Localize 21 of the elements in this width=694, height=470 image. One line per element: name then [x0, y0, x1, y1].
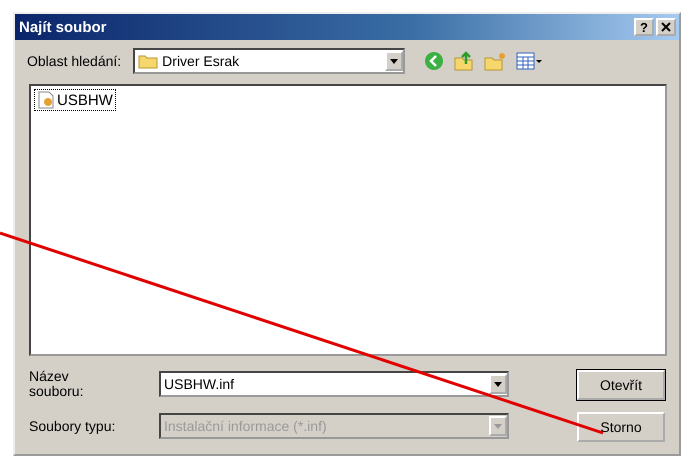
filename-field[interactable]: USBHW.inf [159, 371, 509, 398]
up-folder-icon[interactable] [453, 50, 476, 72]
caret-icon [390, 58, 398, 64]
caret-icon [494, 382, 502, 387]
new-folder-icon[interactable] [483, 50, 508, 72]
look-in-label: Oblast hledání: [27, 53, 122, 69]
filetype-label: Soubory typu: [29, 418, 116, 434]
window-title: Najít soubor [19, 18, 108, 36]
open-button[interactable]: Otevřít [577, 370, 665, 400]
view-menu-icon[interactable] [515, 50, 544, 72]
close-icon [661, 22, 671, 32]
caret-icon [494, 424, 502, 429]
folder-icon [138, 53, 158, 69]
file-icon [37, 91, 55, 109]
back-icon[interactable] [423, 50, 446, 72]
file-item[interactable]: USBHW [34, 89, 116, 111]
filename-label: Název souboru: [29, 368, 84, 400]
close-button[interactable] [656, 18, 676, 36]
cancel-button[interactable]: Storno [577, 412, 665, 442]
look-in-dropdown[interactable]: Driver Esrak [133, 48, 406, 74]
help-button[interactable]: ? [634, 18, 654, 36]
